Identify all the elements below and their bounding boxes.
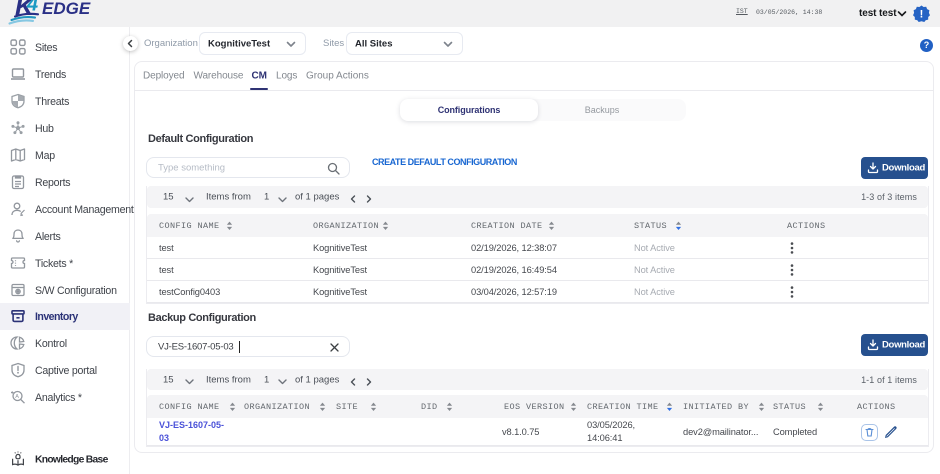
svg-text:!: !: [920, 9, 924, 21]
svg-text:A: A: [15, 394, 19, 400]
svg-text:EDGE: EDGE: [42, 0, 91, 18]
